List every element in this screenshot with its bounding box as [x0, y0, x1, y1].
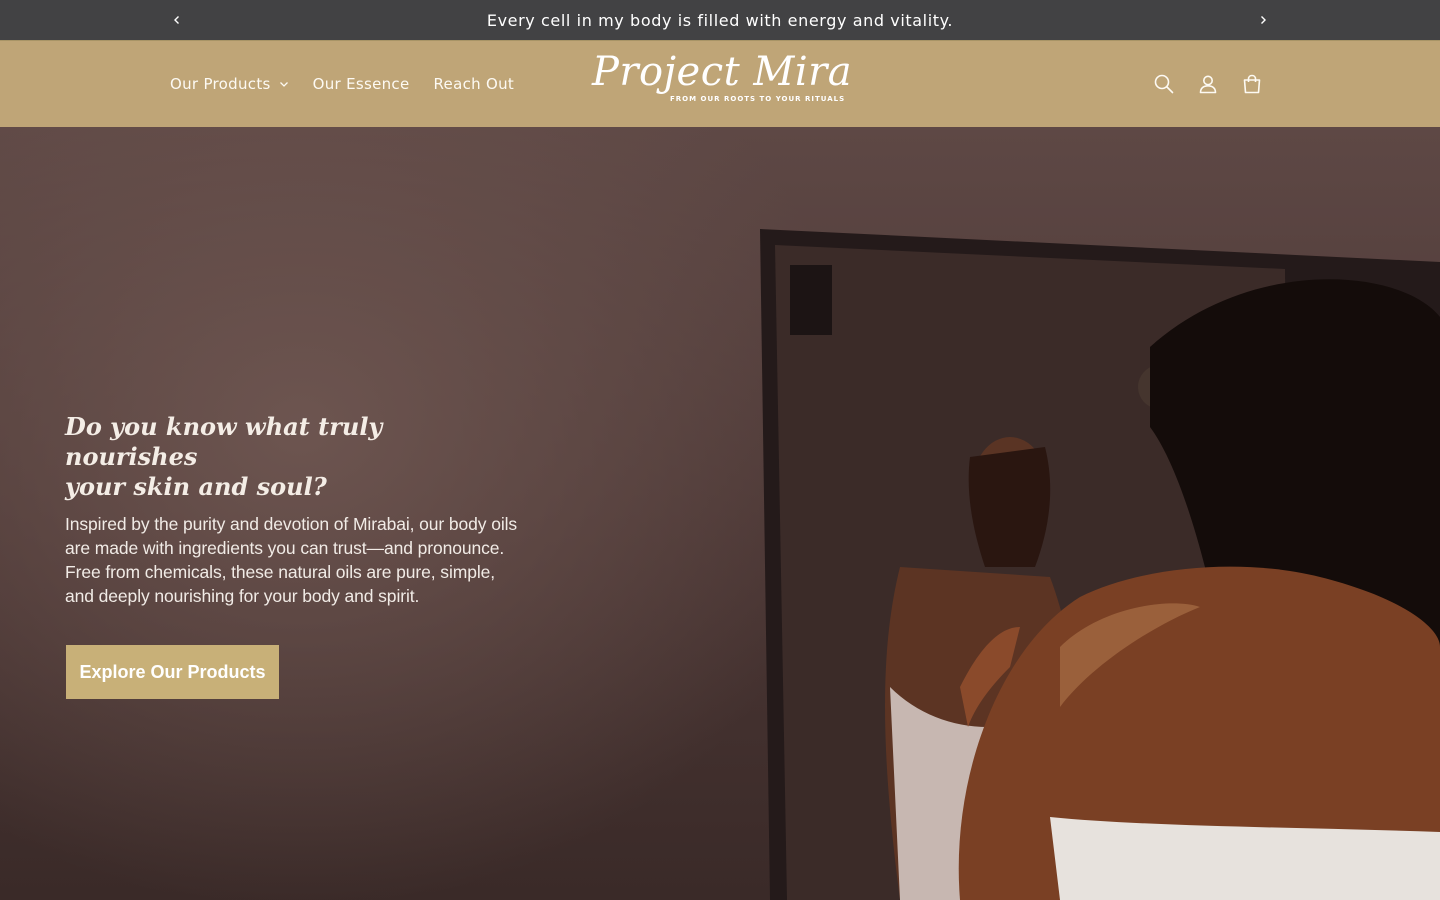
site-logo[interactable]: Project Mira FROM OUR ROOTS TO YOUR RITU…: [592, 49, 853, 121]
hero-description: Inspired by the purity and devotion of M…: [65, 512, 565, 608]
announcement-prev-button[interactable]: [157, 0, 197, 40]
nav-reach-out-label: Reach Out: [433, 75, 515, 93]
cart-button[interactable]: [1230, 62, 1274, 106]
header-icons: [1142, 41, 1274, 127]
search-button[interactable]: [1142, 62, 1186, 106]
account-button[interactable]: [1186, 62, 1230, 106]
chevron-left-icon: [174, 16, 179, 24]
hero-description-line4: and deeply nourishing for your body and …: [65, 586, 420, 606]
logo-tagline: FROM OUR ROOTS TO YOUR RITUALS: [670, 95, 846, 103]
nav-our-products[interactable]: Our Products: [170, 75, 289, 93]
nav-our-essence-label: Our Essence: [312, 75, 410, 93]
nav-our-products-label: Our Products: [170, 75, 271, 93]
search-icon: [1154, 74, 1174, 94]
hero-description-line3: Free from chemicals, these natural oils …: [65, 562, 496, 582]
hero-heading-line2: your skin and soul?: [65, 472, 327, 501]
chevron-down-icon: [279, 81, 289, 88]
hero-description-line2: are made with ingredients you can trust—…: [65, 538, 505, 558]
cart-icon: [1243, 74, 1261, 94]
logo-title: Project Mira: [592, 49, 853, 95]
chevron-right-icon: [1261, 16, 1266, 24]
account-icon: [1199, 75, 1217, 94]
announcement-text: Every cell in my body is filled with ene…: [486, 10, 954, 30]
hero-heading: Do you know what truly nourishes your sk…: [65, 412, 485, 502]
hero-description-line1: Inspired by the purity and devotion of M…: [65, 514, 518, 534]
hero-section: Do you know what truly nourishes your sk…: [0, 127, 1440, 900]
nav-our-essence[interactable]: Our Essence: [313, 75, 410, 93]
explore-products-button[interactable]: Explore Our Products: [66, 645, 279, 699]
announcement-bar: Every cell in my body is filled with ene…: [0, 0, 1440, 40]
nav-reach-out[interactable]: Reach Out: [434, 75, 515, 93]
hero-heading-line1: Do you know what truly nourishes: [65, 412, 383, 471]
announcement-next-button[interactable]: [1243, 0, 1283, 40]
main-nav: Our Products Our Essence Reach Out: [170, 41, 514, 127]
site-header: Our Products Our Essence Reach Out Proje…: [0, 40, 1440, 127]
